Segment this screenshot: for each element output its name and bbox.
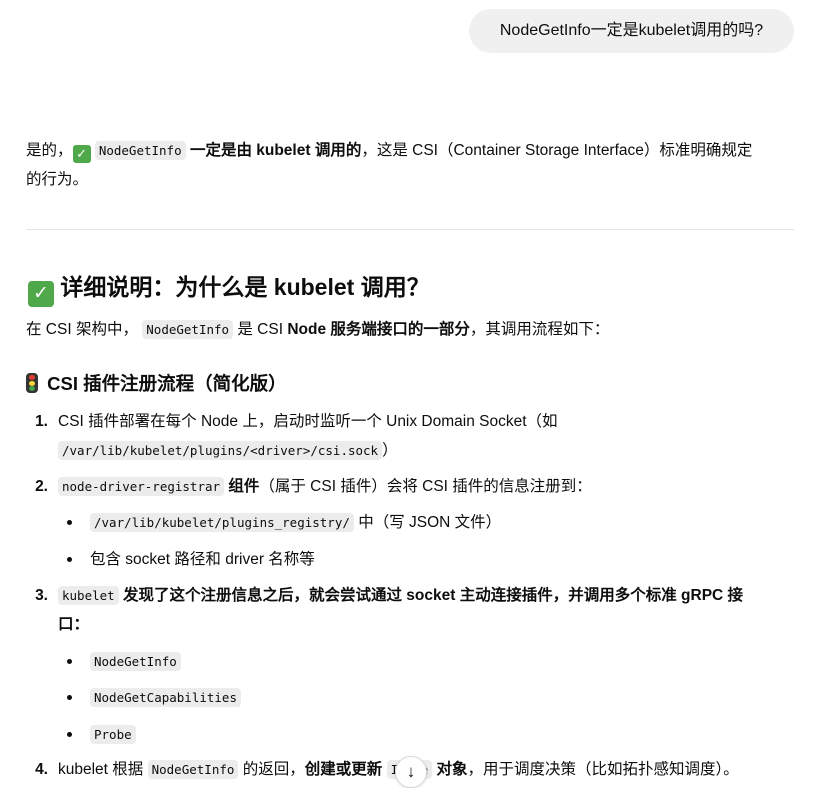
inline-code: /var/lib/kubelet/plugins_registry/ <box>90 513 354 532</box>
bullet-dot <box>67 520 72 525</box>
step-1-text: CSI 插件部署在每个 Node 上，启动时监听一个 Unix Domain S… <box>58 413 558 430</box>
arch-text-3: ，其调用流程如下： <box>469 321 610 338</box>
list-number: 1. <box>35 413 48 430</box>
list-number: 3. <box>35 587 48 604</box>
traffic-light-icon <box>26 373 38 393</box>
section-heading: ✓ 详细说明：为什么是 kubelet 调用？ <box>28 270 430 307</box>
step-3-bullet-3: Probe <box>90 721 136 749</box>
subsection-heading: CSI 插件注册流程（简化版） <box>26 370 287 398</box>
step-2-bullet-2: 包含 socket 路径和 driver 名称等 <box>90 551 315 568</box>
scroll-to-bottom-button[interactable]: ↓ <box>395 756 427 788</box>
inline-code: NodeGetInfo <box>142 320 234 339</box>
step-4-bold-1: 创建或更新 <box>304 761 383 778</box>
intro-text-3: 的行为。 <box>26 171 89 188</box>
list-number: 2. <box>35 478 48 495</box>
step-3-text-line-2: 口： <box>58 616 90 633</box>
list-number: 4. <box>35 761 48 778</box>
bullet-text: 中（写 JSON 文件） <box>358 514 502 531</box>
bullet-dot <box>67 695 72 700</box>
step-2-text-rest: （属于 CSI 插件）会将 CSI 插件的信息注册到： <box>259 478 592 495</box>
subsection-heading-text: CSI 插件注册流程（简化版） <box>47 373 287 394</box>
step-4-text-2: 的返回， <box>242 761 305 778</box>
check-icon: ✓ <box>28 281 54 307</box>
architecture-paragraph: 在 CSI 架构中， NodeGetInfo 是 CSI Node 服务端接口的… <box>26 316 609 344</box>
arch-bold: Node 服务端接口的一部分 <box>287 321 470 338</box>
inline-code: NodeGetCapabilities <box>90 688 241 707</box>
step-1-text-end: ） <box>382 442 398 459</box>
step-3-bullet-1: NodeGetInfo <box>90 648 181 676</box>
step-3-bold: 发现了这个注册信息之后，就会尝试通过 socket 主动连接插件，并调用多个标准… <box>123 587 744 604</box>
arch-text-2: 是 CSI <box>237 321 284 338</box>
bullet-dot <box>67 732 72 737</box>
arrow-down-icon: ↓ <box>406 762 416 781</box>
inline-code: node-driver-registrar <box>58 477 225 496</box>
intro-text-2: ，这是 CSI（Container Storage Interface）标准明确… <box>361 142 753 159</box>
step-3-bullet-2: NodeGetCapabilities <box>90 684 241 712</box>
step-4-text-1: kubelet 根据 <box>58 761 144 778</box>
inline-code: Probe <box>90 725 136 744</box>
bullet-dot <box>67 557 72 562</box>
section-heading-text: 详细说明：为什么是 kubelet 调用？ <box>60 274 430 300</box>
inline-code: NodeGetInfo <box>94 141 186 160</box>
answer-intro-paragraph: 是的， ✓ NodeGetInfo 一定是由 kubelet 调用的，这是 CSI… <box>26 136 798 194</box>
inline-code: /var/lib/kubelet/plugins/<driver>/csi.so… <box>58 441 383 460</box>
step-2-text: node-driver-registrar 组件（属于 CSI 插件）会将 CS… <box>58 473 592 501</box>
arch-text-1: 在 CSI 架构中， <box>26 321 138 338</box>
check-icon: ✓ <box>72 145 91 163</box>
step-4-bold-2: 对象 <box>436 761 468 778</box>
divider <box>26 229 794 230</box>
user-message-text: NodeGetInfo一定是kubelet调用的吗? <box>499 22 764 39</box>
step-2-bold: 组件 <box>228 478 260 495</box>
inline-code: NodeGetInfo <box>147 760 239 779</box>
user-message-bubble: NodeGetInfo一定是kubelet调用的吗? <box>469 9 794 53</box>
intro-bold: 一定是由 kubelet 调用的 <box>189 142 362 159</box>
step-2-bullet-1: /var/lib/kubelet/plugins_registry/ 中（写 J… <box>90 509 501 537</box>
inline-code: kubelet <box>58 586 119 605</box>
step-3-text: kubelet 发现了这个注册信息之后，就会尝试通过 socket 主动连接插件… <box>58 582 743 610</box>
intro-text-1: 是的， <box>26 142 73 159</box>
bullet-dot <box>67 659 72 664</box>
step-4-text-3: ，用于调度决策（比如拓扑感知调度）。 <box>467 761 739 778</box>
inline-code: NodeGetInfo <box>90 652 181 671</box>
step-1-line-2: /var/lib/kubelet/plugins/<driver>/csi.so… <box>58 437 398 465</box>
